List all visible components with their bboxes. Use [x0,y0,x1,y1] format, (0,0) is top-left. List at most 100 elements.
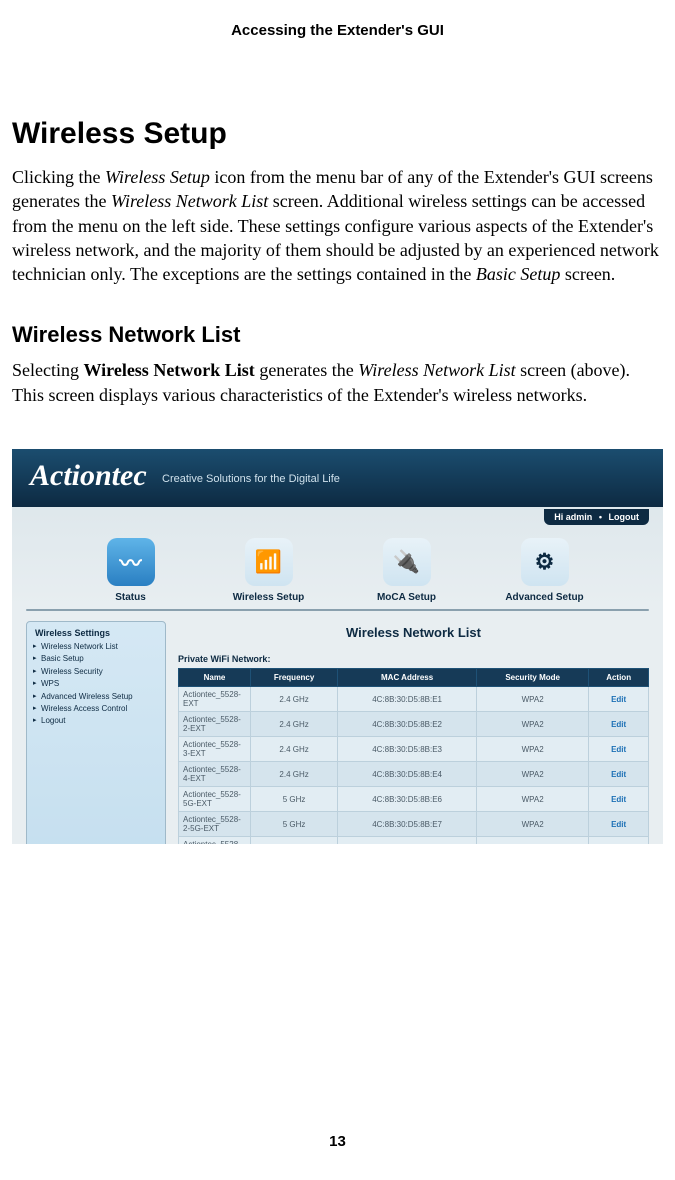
menu-label: Advanced Setup [490,592,600,603]
cell-frequency: 5 GHz [251,787,338,812]
col-name: Name [179,669,251,687]
text-bold: Wireless Network List [83,360,254,380]
text: Selecting [12,360,83,380]
gui-body: Wireless Settings Wireless Network List … [12,611,663,844]
cell-frequency: 2.4 GHz [251,712,338,737]
brand-tagline: Creative Solutions for the Digital Life [162,473,340,485]
edit-link[interactable]: Edit [611,720,626,729]
cell-security: WPA2 [477,837,589,845]
text: generates the [255,360,358,380]
edit-link[interactable]: Edit [611,795,626,804]
cell-frequency: 5 GHz [251,812,338,837]
cell-action: Edit [589,737,649,762]
brand-logo: Actiontec [30,459,147,493]
edit-link[interactable]: Edit [611,770,626,779]
network-table: Name Frequency MAC Address Security Mode… [178,668,649,844]
menu-label: Status [76,592,186,603]
cell-action: Edit [589,712,649,737]
cell-mac: 4C:8B:30:D5:8B:E8 [338,837,477,845]
text-italic: Basic Setup [476,264,560,284]
cell-action: Edit [589,762,649,787]
table-row: Actiontec_5528-EXT2.4 GHz4C:8B:30:D5:8B:… [179,687,649,712]
menu-label: MoCA Setup [352,592,462,603]
sidebar-item-basic-setup[interactable]: Basic Setup [35,653,157,665]
col-security-mode: Security Mode [477,669,589,687]
status-icon: 〰 [107,538,155,586]
table-row: Actiontec_5528-2-EXT2.4 GHz4C:8B:30:D5:8… [179,712,649,737]
sidebar-item-wireless-access-control[interactable]: Wireless Access Control [35,703,157,715]
cell-name: Actiontec_5528-2-5G-EXT [179,812,251,837]
cell-name: Actiontec_5528-4-EXT [179,762,251,787]
sidebar-item-wps[interactable]: WPS [35,678,157,690]
cell-action: Edit [589,837,649,845]
table-row: Actiontec_5528-2-5G-EXT5 GHz4C:8B:30:D5:… [179,812,649,837]
col-action: Action [589,669,649,687]
cell-mac: 4C:8B:30:D5:8B:E7 [338,812,477,837]
cell-name: Actiontec_5528-2-EXT [179,712,251,737]
cell-action: Edit [589,687,649,712]
cell-name: Actiontec_5528-3-EXT [179,737,251,762]
gui-topbar: Actiontec Creative Solutions for the Dig… [12,449,663,507]
cell-security: WPA2 [477,812,589,837]
table-row: Actiontec_5528-3-EXT2.4 GHz4C:8B:30:D5:8… [179,737,649,762]
table-row: Actiontec_5528-5G-EXT5 GHz4C:8B:30:D5:8B… [179,787,649,812]
wireless-icon: 📶 [245,538,293,586]
cell-security: WPA2 [477,687,589,712]
edit-link[interactable]: Edit [611,745,626,754]
sidebar-item-wireless-security[interactable]: Wireless Security [35,666,157,678]
sidebar-item-logout[interactable]: Logout [35,715,157,727]
separator-dot: • [599,512,602,522]
sidebar: Wireless Settings Wireless Network List … [26,621,166,844]
menu-advanced-setup[interactable]: ⚙ Advanced Setup [490,538,600,603]
cell-action: Edit [589,787,649,812]
text: Clicking the [12,167,105,187]
user-greeting: Hi admin [554,512,592,522]
section-title: Wireless Setup [12,117,663,151]
col-mac-address: MAC Address [338,669,477,687]
page-header: Accessing the Extender's GUI [0,0,675,39]
subsection-title: Wireless Network List [12,322,663,348]
cell-security: WPA2 [477,787,589,812]
panel-title: Wireless Network List [178,625,649,640]
table-header-row: Name Frequency MAC Address Security Mode… [179,669,649,687]
cell-mac: 4C:8B:30:D5:8B:E1 [338,687,477,712]
page-number: 13 [0,1133,675,1150]
logout-link[interactable]: Logout [609,512,640,522]
table-label: Private WiFi Network: [178,654,649,664]
text-italic: Wireless Network List [111,191,268,211]
text-italic: Wireless Network List [358,360,515,380]
cell-mac: 4C:8B:30:D5:8B:E2 [338,712,477,737]
content-area: Wireless Setup Clicking the Wireless Set… [0,117,675,844]
edit-link[interactable]: Edit [611,820,626,829]
paragraph-1: Clicking the Wireless Setup icon from th… [12,165,663,286]
cell-mac: 4C:8B:30:D5:8B:E4 [338,762,477,787]
cell-frequency: 2.4 GHz [251,687,338,712]
advanced-icon: ⚙ [521,538,569,586]
cell-frequency: 5 GHz [251,837,338,845]
cell-mac: 4C:8B:30:D5:8B:E6 [338,787,477,812]
sidebar-title: Wireless Settings [35,628,157,638]
cell-security: WPA2 [477,762,589,787]
user-bar: Hi admin • Logout [544,509,649,525]
sidebar-item-wireless-network-list[interactable]: Wireless Network List [35,641,157,653]
text: screen. [560,264,615,284]
menu-moca-setup[interactable]: 🔌 MoCA Setup [352,538,462,603]
cell-frequency: 2.4 GHz [251,737,338,762]
sidebar-item-advanced-wireless-setup[interactable]: Advanced Wireless Setup [35,691,157,703]
gui-screenshot: Actiontec Creative Solutions for the Dig… [12,449,663,844]
table-row: Actiontec_5528-3-5G-EXT5 GHz4C:8B:30:D5:… [179,837,649,845]
menu-label: Wireless Setup [214,592,324,603]
edit-link[interactable]: Edit [611,695,626,704]
menu-wireless-setup[interactable]: 📶 Wireless Setup [214,538,324,603]
col-frequency: Frequency [251,669,338,687]
cell-security: WPA2 [477,712,589,737]
menu-status[interactable]: 〰 Status [76,538,186,603]
cell-name: Actiontec_5528-5G-EXT [179,787,251,812]
cell-name: Actiontec_5528-3-5G-EXT [179,837,251,845]
text-italic: Wireless Setup [105,167,210,187]
moca-icon: 🔌 [383,538,431,586]
paragraph-2: Selecting Wireless Network List generate… [12,358,663,407]
cell-action: Edit [589,812,649,837]
main-panel: Wireless Network List Private WiFi Netwo… [178,621,649,844]
cell-frequency: 2.4 GHz [251,762,338,787]
